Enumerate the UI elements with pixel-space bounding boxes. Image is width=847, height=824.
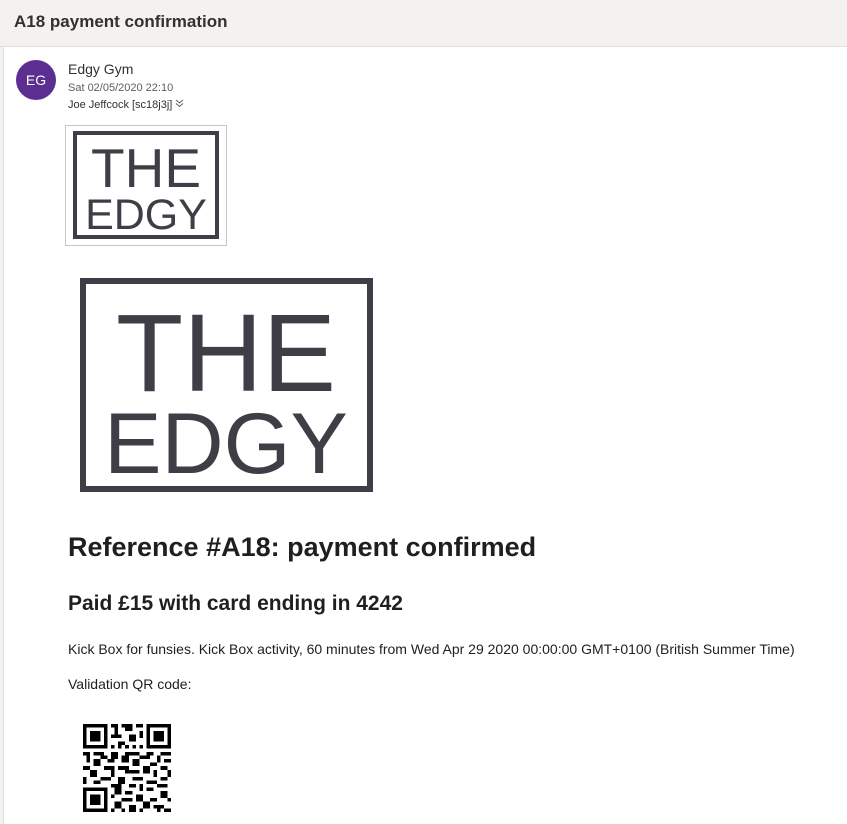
subject-bar: A18 payment confirmation bbox=[0, 0, 847, 47]
qr-code-label: Validation QR code: bbox=[68, 676, 192, 692]
edgy-gym-logo-large: THE EDGY bbox=[80, 278, 373, 492]
recipient-row[interactable]: Joe Jeffcock [sc18j3j] bbox=[68, 99, 184, 111]
chevron-double-down-icon-glyph bbox=[176, 99, 184, 108]
chevron-double-down-icon[interactable] bbox=[175, 99, 184, 111]
sender-avatar[interactable]: EG bbox=[16, 60, 56, 100]
sender-name[interactable]: Edgy Gym bbox=[68, 61, 133, 77]
booking-description: Kick Box for funsies. Kick Box activity,… bbox=[68, 641, 795, 657]
logo-thumbnail[interactable]: THE EDGY bbox=[65, 125, 227, 246]
recipient-name: Joe Jeffcock [sc18j3j] bbox=[68, 99, 173, 111]
validation-qr-code bbox=[83, 724, 171, 812]
logo-small-line1: THE bbox=[91, 137, 201, 199]
payment-confirmed-heading: Reference #A18: payment confirmed bbox=[68, 532, 537, 562]
logo-small-line2: EDGY bbox=[85, 191, 207, 239]
sent-datetime: Sat 02/05/2020 22:10 bbox=[68, 82, 174, 94]
edgy-gym-logo-small: THE EDGY bbox=[73, 131, 219, 239]
logo-large-line2: EDGY bbox=[104, 396, 348, 492]
email-subject: A18 payment confirmation bbox=[14, 12, 228, 31]
email-reading-pane: EG Edgy Gym Sat 02/05/2020 22:10 Joe Jef… bbox=[3, 47, 847, 824]
payment-amount-heading: Paid £15 with card ending in 4242 bbox=[68, 592, 403, 615]
